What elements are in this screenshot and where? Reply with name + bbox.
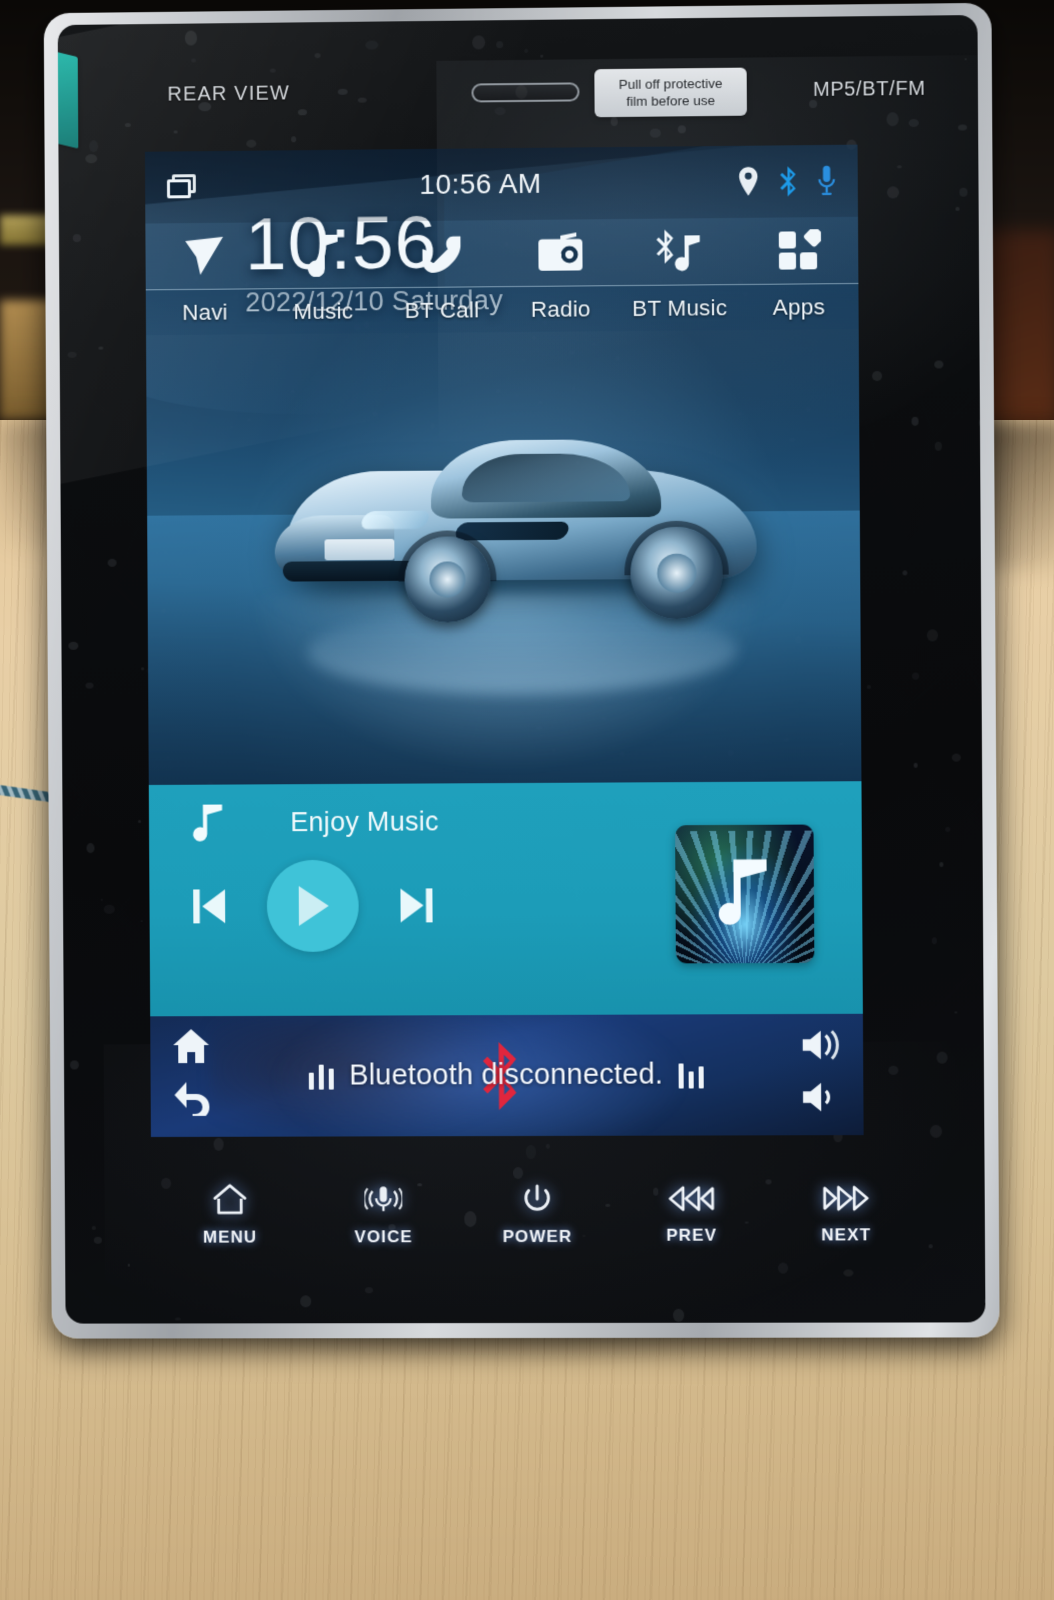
tab-navi-icon-cell[interactable] — [145, 234, 264, 277]
tab-apps-icon-cell[interactable] — [739, 229, 859, 272]
play-icon — [298, 885, 329, 926]
recent-apps-icon[interactable] — [166, 174, 197, 200]
key-voice-label: VOICE — [354, 1227, 413, 1247]
tab-radio-label: Radio — [530, 295, 591, 322]
microphone-icon[interactable] — [818, 165, 836, 197]
volume-down-icon[interactable] — [801, 1080, 839, 1114]
recent-apps-front-rect — [166, 179, 191, 199]
hardware-key-row: MENU VOICE POWER PREV NEXT — [78, 1154, 985, 1276]
volume-buttons-right — [801, 1028, 840, 1114]
key-menu[interactable]: MENU — [153, 1184, 307, 1248]
protective-film-sticker: Pull off protective film before use — [594, 67, 747, 118]
key-power-label: POWER — [502, 1226, 573, 1247]
car-front-wheel — [404, 536, 490, 623]
volume-up-icon[interactable] — [801, 1028, 839, 1062]
bluetooth-status-message-group: Bluetooth disconnected. — [150, 1014, 863, 1137]
location-pin-icon — [739, 166, 758, 196]
key-next[interactable]: NEXT — [769, 1183, 924, 1245]
sticker-line-1: Pull off protective — [618, 75, 723, 92]
status-bar-center: 10:56 AM — [286, 166, 675, 202]
fast-forward-icon — [823, 1183, 869, 1218]
top-bezel-strip: REAR VIEW Pull off protective film befor… — [58, 15, 979, 150]
next-track-button[interactable] — [392, 882, 438, 928]
tab-radio-icon-cell[interactable] — [501, 232, 620, 273]
home-outline-icon — [213, 1184, 247, 1221]
status-bar-right — [675, 165, 836, 199]
previous-track-button[interactable] — [187, 883, 233, 929]
bluetooth-music-icon — [655, 229, 699, 271]
tab-bt-call[interactable]: BT Call — [383, 297, 502, 324]
equalizer-bars-right — [678, 1062, 704, 1089]
tab-label-row: Navi Music BT Call Radio BT Music Apps — [145, 282, 859, 336]
phone-handset-icon — [422, 236, 461, 274]
protective-film-pull-tab[interactable] — [57, 48, 79, 149]
rewind-icon — [668, 1184, 714, 1219]
music-note-icon — [308, 235, 339, 277]
music-track-title: Enjoy Music — [290, 805, 439, 837]
tab-apps-label: Apps — [772, 293, 826, 320]
key-prev[interactable]: PREV — [614, 1183, 769, 1245]
radio-icon — [538, 232, 583, 271]
tab-btmusic-icon-cell[interactable] — [620, 229, 739, 274]
tab-bt-music[interactable]: BT Music — [620, 295, 739, 322]
speaker-slot — [471, 82, 580, 103]
tab-icon-row — [145, 217, 858, 290]
key-prev-label: PREV — [666, 1225, 718, 1245]
tab-navi-label: Navi — [182, 299, 228, 325]
tab-apps[interactable]: Apps — [739, 293, 858, 320]
tab-btcall-icon-cell[interactable] — [382, 231, 501, 276]
power-icon — [522, 1183, 552, 1220]
lcd-screen[interactable]: 10:56 2022/12/10 Saturday 10:56 AM — [144, 144, 864, 1138]
device-front-panel: REAR VIEW Pull off protective film befor… — [57, 14, 986, 1324]
status-bar-left — [166, 173, 287, 200]
bluetooth-status-bar: Bluetooth disconnected. — [150, 1013, 864, 1138]
status-bar-clock: 10:56 AM — [419, 167, 542, 200]
car-headlight — [358, 510, 432, 530]
skip-next-icon — [400, 888, 433, 924]
tab-bt-call-label: BT Call — [404, 296, 480, 323]
tab-navi[interactable]: Navi — [146, 299, 264, 326]
apps-grid-icon — [778, 229, 821, 270]
bluetooth-status-message: Bluetooth disconnected. — [349, 1058, 664, 1092]
car-license-plate — [324, 538, 395, 561]
main-tab-bar: Navi Music BT Call Radio BT Music Apps — [145, 217, 859, 336]
album-art[interactable] — [675, 824, 815, 964]
tab-music-icon-cell[interactable] — [264, 232, 383, 277]
equalizer-bars-left — [309, 1063, 335, 1090]
music-note-icon — [192, 804, 223, 842]
tab-bt-music-label: BT Music — [632, 294, 728, 321]
skip-previous-icon — [193, 889, 226, 924]
music-player-panel: Enjoy Music — [148, 781, 863, 1017]
tab-music[interactable]: Music — [264, 298, 383, 325]
car-rear-wheel — [630, 527, 723, 620]
rear-view-label: REAR VIEW — [167, 82, 290, 106]
wheel-arch — [624, 520, 729, 625]
navigation-arrow-icon — [186, 237, 224, 276]
music-note-album-art — [718, 859, 767, 925]
key-power[interactable]: POWER — [460, 1183, 614, 1247]
mp5-bt-fm-label: MP5/BT/FM — [812, 77, 926, 101]
wallpaper-supercar — [266, 408, 777, 696]
bluetooth-icon[interactable] — [778, 166, 798, 197]
play-button[interactable] — [266, 859, 359, 953]
sticker-line-2: film before use — [626, 92, 716, 109]
status-bar: 10:56 AM — [144, 144, 859, 224]
tab-music-label: Music — [293, 297, 354, 324]
tab-radio[interactable]: Radio — [501, 296, 620, 323]
voice-microphone-icon — [364, 1183, 402, 1220]
key-voice[interactable]: VOICE — [306, 1183, 460, 1247]
key-next-label: NEXT — [821, 1225, 872, 1245]
key-menu-label: MENU — [202, 1227, 258, 1247]
car-head-unit: REAR VIEW Pull off protective film befor… — [43, 2, 1000, 1339]
